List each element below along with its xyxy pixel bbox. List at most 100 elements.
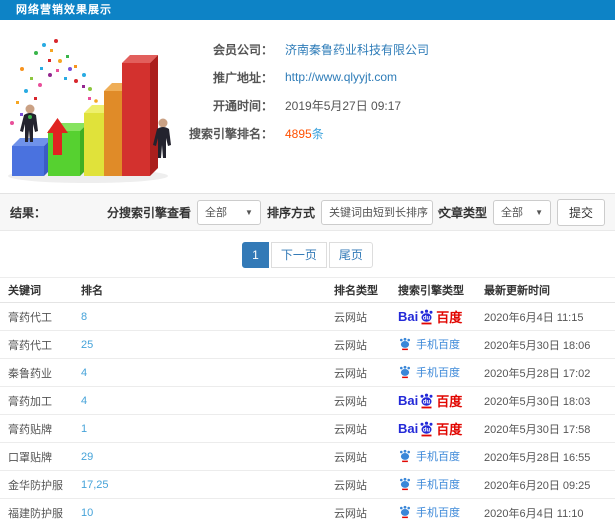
rank-link[interactable]: 25 — [81, 339, 93, 351]
header-rank-type: 排名类型 — [330, 277, 394, 303]
mobile-baidu-logo: 手机百度 — [398, 504, 460, 520]
rank-type-cell: 云网站 — [330, 330, 394, 359]
rank-type-cell: 云网站 — [330, 386, 394, 415]
rank-link[interactable]: 17,25 — [81, 479, 109, 491]
rank-type-cell: 云网站 — [330, 358, 394, 387]
header-keyword: 关键词 — [0, 277, 77, 303]
keyword-cell: 金华防护服 — [0, 470, 77, 499]
caret-down-icon: ▼ — [535, 207, 543, 217]
mobile-baidu-paw-icon — [399, 477, 411, 490]
engine-rank-value: 4895条 — [285, 125, 324, 142]
baidu-logo-cn: 百度 — [436, 310, 463, 325]
baidu-paw-icon: du — [420, 309, 433, 324]
mobile-baidu-paw-icon — [399, 449, 411, 462]
keyword-cell: 膏药贴牌 — [0, 414, 77, 443]
engine-filter-value: 全部 — [204, 207, 227, 219]
table-header-row: 关键词 排名 排名类型 搜索引擎类型 最新更新时间 — [0, 277, 615, 303]
rank-link[interactable]: 8 — [81, 311, 87, 323]
updated-cell: 2020年6月4日 11:10 — [480, 498, 615, 520]
keyword-cell: 膏药加工 — [0, 386, 77, 415]
rank-type-cell: 云网站 — [330, 302, 394, 331]
table-row: 膏药贴牌 1 云网站 Bai du 百度 2020年5月30日 17:58 — [0, 414, 615, 443]
engine-filter-select[interactable]: 全部 ▼ — [196, 199, 261, 225]
rank-count: 4895 — [285, 126, 312, 141]
rank-link[interactable]: 1 — [81, 423, 87, 435]
bar-red — [122, 55, 158, 176]
info-row-rank-count: 搜索引擎排名： 4895条 — [175, 119, 429, 147]
mobile-baidu-label: 手机百度 — [416, 450, 460, 463]
last-page-button[interactable]: 尾页 — [328, 242, 373, 268]
growth-chart-clipart-image — [8, 39, 171, 183]
updated-cell: 2020年5月30日 17:58 — [480, 414, 615, 443]
mobile-baidu-label: 手机百度 — [416, 506, 460, 519]
company-name-link[interactable]: 济南秦鲁药业科技有限公司 — [285, 41, 429, 58]
mobile-baidu-logo: 手机百度 — [398, 336, 460, 352]
article-type-value: 全部 — [500, 207, 523, 219]
result-filter-bar: 结果： 分搜索引擎查看 全部 ▼ 排序方式 关键词由短到长排序 ▼ 文章类型 全… — [0, 193, 615, 231]
mobile-baidu-paw-icon — [399, 337, 411, 350]
table-row: 金华防护服 17,25 云网站 手机百度 2020年6月20日 09:25 — [0, 470, 615, 499]
baidu-logo-bai: Bai — [398, 393, 419, 408]
mobile-baidu-paw-icon — [399, 365, 411, 378]
next-page-button[interactable]: 下一页 — [270, 242, 327, 268]
keyword-cell: 口罩贴牌 — [0, 442, 77, 471]
engine-rank-label: 搜索引擎排名： — [188, 126, 273, 141]
header-rank: 排名 — [77, 277, 330, 303]
baidu-logo: Bai du 百度 — [398, 307, 462, 326]
rank-type-cell: 云网站 — [330, 470, 394, 499]
sort-filter-select[interactable]: 关键词由短到长排序 ▼ — [320, 199, 444, 225]
mobile-baidu-label: 手机百度 — [416, 366, 460, 379]
page-1-button[interactable]: 1 — [242, 242, 269, 268]
filters-group: 分搜索引擎查看 全部 ▼ 排序方式 关键词由短到长排序 ▼ 文章类型 全部 ▼ … — [106, 198, 605, 226]
updated-cell: 2020年5月30日 18:06 — [480, 330, 615, 359]
rank-type-cell: 云网站 — [330, 498, 394, 520]
updated-cell: 2020年6月4日 11:15 — [480, 302, 615, 331]
svg-text:du: du — [423, 427, 431, 433]
window-title-bar: 网络营销效果展示 — [0, 0, 615, 20]
table-row: 膏药加工 4 云网站 Bai du 百度 2020年5月30日 18:03 — [0, 386, 615, 415]
baidu-logo: Bai du 百度 — [398, 391, 462, 410]
updated-cell: 2020年6月20日 09:25 — [480, 470, 615, 499]
account-info-list: 会员公司： 济南秦鲁药业科技有限公司 推广地址： http://www.qlyy… — [175, 25, 429, 187]
article-type-label: 文章类型 — [438, 205, 487, 220]
baidu-paw-icon: du — [420, 421, 433, 436]
open-time-label: 开通时间： — [212, 98, 273, 113]
keyword-cell: 膏药代工 — [0, 330, 77, 359]
baidu-logo-cn: 百度 — [436, 422, 463, 437]
rank-link[interactable]: 29 — [81, 451, 93, 463]
mobile-baidu-logo: 手机百度 — [398, 448, 460, 464]
info-row-company: 会员公司： 济南秦鲁药业科技有限公司 — [175, 35, 429, 63]
keyword-cell: 膏药代工 — [0, 302, 77, 331]
svg-text:du: du — [423, 315, 431, 321]
mobile-baidu-label: 手机百度 — [416, 478, 460, 491]
submit-button[interactable]: 提交 — [556, 198, 605, 226]
open-time-value: 2019年5月27日 09:17 — [285, 98, 402, 113]
promo-url-label: 推广地址： — [212, 70, 273, 85]
baidu-logo: Bai du 百度 — [398, 419, 462, 438]
sort-filter-value: 关键词由短到长排序 — [328, 207, 428, 219]
engine-filter-label: 分搜索引擎查看 — [106, 205, 191, 220]
keyword-cell: 福建防护服 — [0, 498, 77, 520]
growth-chart-clipart — [0, 25, 175, 185]
updated-cell: 2020年5月30日 18:03 — [480, 386, 615, 415]
promo-url-link[interactable]: http://www.qlyyjt.com — [285, 70, 397, 84]
rank-link[interactable]: 10 — [81, 507, 93, 519]
mobile-baidu-logo: 手机百度 — [398, 364, 460, 380]
caret-down-icon: ▼ — [245, 207, 253, 217]
account-info-section: 会员公司： 济南秦鲁药业科技有限公司 推广地址： http://www.qlyy… — [0, 25, 615, 187]
keyword-cell: 秦鲁药业 — [0, 358, 77, 387]
bar-blue — [12, 138, 52, 176]
article-type-select[interactable]: 全部 ▼ — [492, 199, 551, 225]
sort-filter-label: 排序方式 — [266, 205, 315, 220]
mobile-baidu-paw-icon — [399, 505, 411, 518]
mobile-baidu-logo: 手机百度 — [398, 476, 460, 492]
table-row: 秦鲁药业 4 云网站 手机百度 2020年5月28日 17:02 — [0, 358, 615, 387]
businessman-left — [20, 104, 38, 142]
result-section-label: 结果： — [10, 205, 47, 220]
baidu-logo-bai: Bai — [398, 309, 419, 324]
svg-text:du: du — [423, 399, 431, 405]
rank-link[interactable]: 4 — [81, 395, 87, 407]
rank-link[interactable]: 4 — [81, 367, 87, 379]
confetti-dots — [10, 39, 98, 125]
pagination: 1 下一页 尾页 — [0, 242, 615, 268]
